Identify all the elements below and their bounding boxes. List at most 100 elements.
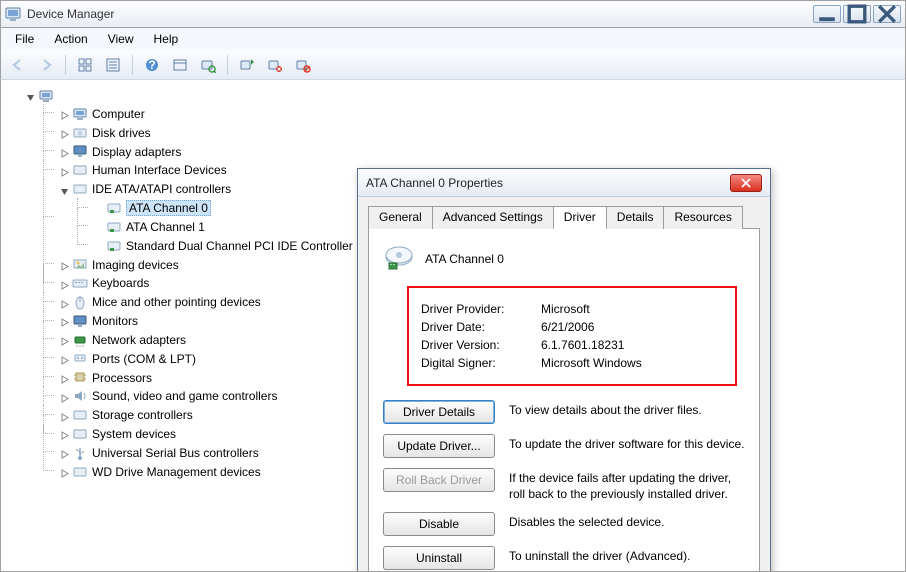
expand-icon[interactable] xyxy=(59,410,70,421)
device-icon xyxy=(106,238,122,254)
options-button[interactable] xyxy=(169,54,191,76)
driver-details-desc: To view details about the driver files. xyxy=(509,400,745,419)
svg-text:?: ? xyxy=(148,58,155,72)
rollback-driver-desc: If the device fails after updating the d… xyxy=(509,468,745,502)
close-button[interactable] xyxy=(873,5,901,23)
window-title: Device Manager xyxy=(27,7,813,21)
expand-icon[interactable] xyxy=(59,315,70,326)
menu-help[interactable]: Help xyxy=(146,30,187,48)
expand-icon[interactable] xyxy=(59,353,70,364)
show-list-button[interactable] xyxy=(74,54,96,76)
tree-item-label: Network adapters xyxy=(92,333,186,347)
tree-item[interactable]: Computer xyxy=(43,104,897,123)
menu-action[interactable]: Action xyxy=(46,30,95,48)
disable-device-button[interactable]: Disable xyxy=(383,512,495,536)
driver-details-button[interactable]: Driver Details xyxy=(383,400,495,424)
uninstall-driver-button[interactable]: Uninstall xyxy=(383,546,495,570)
tab-details[interactable]: Details xyxy=(606,206,665,229)
update-driver-button[interactable]: Update Driver... xyxy=(383,434,495,458)
expand-icon[interactable] xyxy=(59,372,70,383)
expand-icon xyxy=(93,221,104,232)
tab-resources[interactable]: Resources xyxy=(663,206,742,229)
content-area: Computer Disk drivesDisplay adapters Human… xyxy=(0,80,906,572)
category-icon xyxy=(72,388,88,404)
dialog-title: ATA Channel 0 Properties xyxy=(366,176,730,190)
tree-item[interactable]: Display adapters xyxy=(43,142,897,161)
disable-button[interactable] xyxy=(292,54,314,76)
properties-button[interactable] xyxy=(102,54,124,76)
update-driver-button[interactable] xyxy=(236,54,258,76)
tree-item[interactable]: Disk drives xyxy=(43,123,897,142)
category-icon xyxy=(72,125,88,141)
toolbar-separator xyxy=(132,55,133,75)
menu-bar: File Action View Help xyxy=(0,28,906,50)
category-icon xyxy=(72,162,88,178)
uninstall-button[interactable] xyxy=(264,54,286,76)
tree-item-label: WD Drive Management devices xyxy=(92,465,261,479)
toolbar: ? xyxy=(0,50,906,80)
window-titlebar: Device Manager xyxy=(0,0,906,28)
tree-item-label: Computer xyxy=(92,107,145,121)
category-icon xyxy=(72,407,88,423)
tree-item-label: Imaging devices xyxy=(92,257,179,271)
device-icon xyxy=(383,241,415,276)
expand-icon[interactable] xyxy=(59,108,70,119)
expand-icon[interactable] xyxy=(59,146,70,157)
expand-icon[interactable] xyxy=(59,127,70,138)
forward-button[interactable] xyxy=(35,54,57,76)
tree-item-label: Universal Serial Bus controllers xyxy=(92,446,259,460)
tree-item-label: Processors xyxy=(92,370,152,384)
date-value: 6/21/2006 xyxy=(541,320,594,334)
toolbar-separator xyxy=(227,55,228,75)
tree-item-label: Human Interface Devices xyxy=(92,163,227,177)
category-icon xyxy=(72,351,88,367)
computer-icon xyxy=(38,88,54,104)
menu-file[interactable]: File xyxy=(7,30,42,48)
driver-info-box: Driver Provider:Microsoft Driver Date:6/… xyxy=(407,286,737,386)
menu-view[interactable]: View xyxy=(100,30,142,48)
expand-icon[interactable] xyxy=(59,428,70,439)
tab-driver[interactable]: Driver xyxy=(553,206,607,229)
version-value: 6.1.7601.18231 xyxy=(541,338,624,352)
expand-icon[interactable] xyxy=(59,447,70,458)
expand-icon[interactable] xyxy=(59,184,70,195)
expand-icon xyxy=(93,240,104,251)
app-icon xyxy=(5,6,21,22)
expand-icon[interactable] xyxy=(59,391,70,402)
scan-hardware-button[interactable] xyxy=(197,54,219,76)
properties-dialog: ATA Channel 0 Properties General Advance… xyxy=(357,168,771,572)
rollback-driver-button[interactable]: Roll Back Driver xyxy=(383,468,495,492)
tab-general[interactable]: General xyxy=(368,206,433,229)
help-button[interactable]: ? xyxy=(141,54,163,76)
device-icon xyxy=(106,200,122,216)
expand-icon[interactable] xyxy=(59,334,70,345)
dialog-close-button[interactable] xyxy=(730,174,762,192)
category-icon xyxy=(72,369,88,385)
tree-item-label: ATA Channel 0 xyxy=(126,200,211,216)
update-driver-desc: To update the driver software for this d… xyxy=(509,434,745,453)
uninstall-driver-desc: To uninstall the driver (Advanced). xyxy=(509,546,745,565)
tree-item-label: Monitors xyxy=(92,314,138,328)
category-icon xyxy=(72,275,88,291)
tab-advanced[interactable]: Advanced Settings xyxy=(432,206,554,229)
category-icon xyxy=(72,256,88,272)
expand-icon[interactable] xyxy=(59,165,70,176)
back-button[interactable] xyxy=(7,54,29,76)
expand-icon[interactable] xyxy=(59,278,70,289)
expand-icon[interactable] xyxy=(59,259,70,270)
tree-item-label: Keyboards xyxy=(92,276,149,290)
category-icon xyxy=(72,426,88,442)
expand-icon[interactable] xyxy=(59,466,70,477)
category-icon xyxy=(72,464,88,480)
minimize-button[interactable] xyxy=(813,5,841,23)
maximize-button[interactable] xyxy=(843,5,871,23)
date-label: Driver Date: xyxy=(421,320,541,334)
expand-icon[interactable] xyxy=(59,297,70,308)
expand-icon[interactable] xyxy=(25,90,36,101)
provider-label: Driver Provider: xyxy=(421,302,541,316)
tree-item-label: ATA Channel 1 xyxy=(126,220,205,234)
toolbar-separator xyxy=(65,55,66,75)
category-icon xyxy=(72,313,88,329)
device-name: ATA Channel 0 xyxy=(425,252,504,266)
version-label: Driver Version: xyxy=(421,338,541,352)
